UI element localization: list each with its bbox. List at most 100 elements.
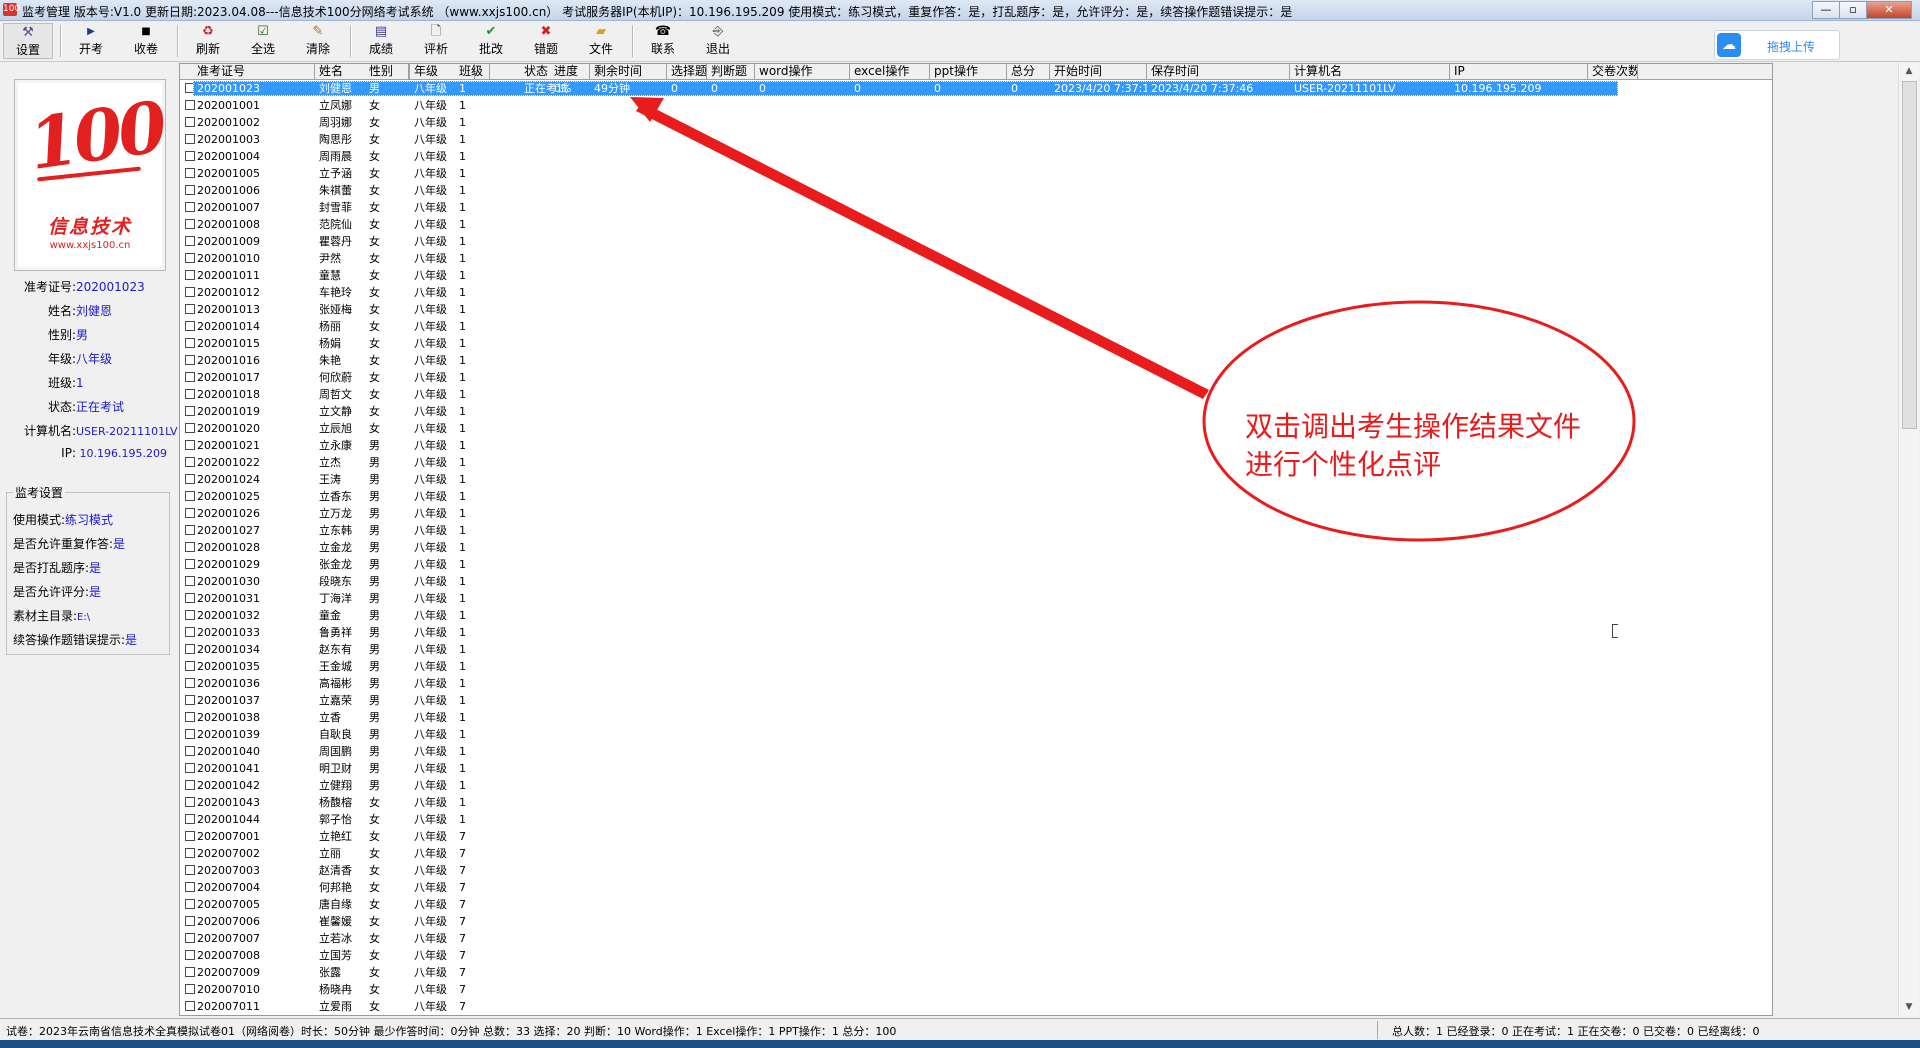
table-row[interactable]: 202007002 立丽女八年级 7 [180, 845, 1772, 862]
table-row[interactable]: 202007008 立国芳女八年级 7 [180, 947, 1772, 964]
start-exam-button[interactable]: ▶ 开考 [66, 23, 116, 59]
review-label: 评析 [423, 42, 448, 56]
cell-id-col: 202001011 [197, 269, 260, 282]
table-row[interactable]: 202007006 崔馨媛女八年级 7 [180, 913, 1772, 930]
table-row[interactable]: 202001002 周羽娜女八年级 1 [180, 114, 1772, 131]
scroll-down-icon[interactable]: ▼ [1899, 999, 1919, 1016]
gender-row: 性别:男 [0, 326, 176, 343]
scroll-up-icon[interactable]: ▲ [1899, 63, 1919, 80]
cell-class-col: 1 [459, 711, 466, 724]
refresh-button[interactable]: ♻ 刷新 [183, 23, 233, 59]
cell-gender-col: 女 [369, 371, 380, 384]
start-exam-label: 开考 [78, 42, 103, 56]
table-row[interactable]: 202001042 立健翔男八年级 1 [180, 777, 1772, 794]
table-row[interactable]: 202001037 立嘉荣男八年级 1 [180, 692, 1772, 709]
column-header-computer-col[interactable]: 计算机名 [1290, 64, 1450, 79]
cell-id-col: 202001024 [197, 473, 260, 486]
minimize-button[interactable]: — [1812, 1, 1840, 19]
settings-button[interactable]: ⚒ 设置 [3, 23, 53, 59]
column-header-judge-col[interactable]: 判断题 [707, 64, 755, 79]
vertical-scrollbar[interactable]: ▲ ▼ [1898, 63, 1919, 1016]
table-row[interactable]: 202001035 王金城男八年级 1 [180, 658, 1772, 675]
cell-class-col: 7 [459, 1000, 466, 1013]
column-header-remaining-col[interactable]: 剩余时间 [590, 64, 667, 79]
column-header-excel-col[interactable]: excel操作 [850, 64, 930, 79]
score-icon: ▤ [374, 24, 388, 39]
table-row[interactable]: 202001038 立香男八年级 1 [180, 709, 1772, 726]
table-row[interactable]: 202001031 丁海洋男八年级 1 [180, 590, 1772, 607]
table-row[interactable]: 202001034 赵东有男八年级 1 [180, 641, 1772, 658]
file-button[interactable]: ▰ 文件 [576, 23, 626, 59]
table-row[interactable]: 202001011 童慧女八年级 1 [180, 267, 1772, 284]
column-header-save-time-col[interactable]: 保存时间 [1147, 64, 1290, 79]
select-all-button[interactable]: ☑ 全选 [238, 23, 288, 59]
table-row[interactable]: 202001003 陶思彤女八年级 1 [180, 131, 1772, 148]
table-row[interactable]: 202001041 明卫财男八年级 1 [180, 760, 1772, 777]
table-row[interactable]: 202001040 周国鹏男八年级 1 [180, 743, 1772, 760]
restore-button[interactable]: ▫ [1839, 1, 1867, 19]
table-row[interactable]: 202007011 立爱雨女八年级 7 [180, 998, 1772, 1015]
column-header-progress-col[interactable]: 进度 [550, 64, 590, 79]
cell-class-col: 1 [459, 524, 466, 537]
table-row[interactable]: 202001030 段晓东男八年级 1 [180, 573, 1772, 590]
column-header-submit-count-col[interactable]: 交卷次数 [1588, 64, 1638, 79]
column-header-gender-col[interactable]: 性别 [365, 64, 410, 79]
table-row[interactable]: 202001009 瞿蓉丹女八年级 1 [180, 233, 1772, 250]
table-row[interactable]: 202001005 立予涵女八年级 1 [180, 165, 1772, 182]
column-header-word-col[interactable]: word操作 [755, 64, 850, 79]
table-row[interactable]: 202001004 周雨晨女八年级 1 [180, 148, 1772, 165]
phone-icon: ☎ [654, 24, 672, 39]
table-row[interactable]: 202001007 封雪菲女八年级 1 [180, 199, 1772, 216]
table-row[interactable]: 202007010 杨晓冉女八年级 7 [180, 981, 1772, 998]
cell-gender-col: 男 [369, 456, 380, 469]
table-row[interactable]: 202007009 张露女八年级 7 [180, 964, 1772, 981]
cell-gender-col: 男 [369, 558, 380, 571]
check-icon: ✔ [485, 24, 497, 39]
table-row[interactable]: 202007003 赵清香女八年级 7 [180, 862, 1772, 879]
cell-class-col: 7 [459, 847, 466, 860]
collect-button[interactable]: ■ 收卷 [121, 23, 171, 59]
wrong-questions-label: 错题 [533, 42, 558, 56]
table-row[interactable]: 202001001 立凤娜女八年级 1 [180, 97, 1772, 114]
column-header-class-col[interactable]: 班级 [455, 64, 490, 79]
scrollbar-thumb[interactable] [1902, 81, 1917, 429]
contact-button[interactable]: ☎ 联系 [638, 23, 688, 59]
column-header-ppt-col[interactable]: ppt操作 [930, 64, 1007, 79]
table-row[interactable]: 202001043 杨馥榕女八年级 1 [180, 794, 1772, 811]
column-header-ip-col[interactable]: IP [1450, 64, 1588, 79]
exit-button[interactable]: ⎆ 退出 [693, 23, 743, 59]
score-button[interactable]: ▤ 成绩 [356, 23, 406, 59]
table-row-selected[interactable]: 202001023 刘健恩男八年级 1 正在考试 0% 49分钟 0 0 0 0 0 0 2023/4/… [180, 80, 1772, 97]
repeat-value: 是 [113, 537, 126, 551]
table-row[interactable]: 202001010 尹然女八年级 1 [180, 250, 1772, 267]
table-row[interactable]: 202001032 童金男八年级 1 [180, 607, 1772, 624]
close-button[interactable]: ✕ [1866, 1, 1912, 19]
clear-button[interactable]: ✎ 清除 [293, 23, 343, 59]
table-row[interactable]: 202001036 高福彬男八年级 1 [180, 675, 1772, 692]
collect-label: 收卷 [133, 42, 158, 56]
table-row[interactable]: 202001006 朱祺蕾女八年级 1 [180, 182, 1772, 199]
review-button[interactable]: 🗋 评析 [411, 23, 461, 59]
column-header-choice-col[interactable]: 选择题 [667, 64, 707, 79]
repeat-label: 是否允许重复作答: [13, 537, 114, 551]
table-row[interactable]: 202001029 张金龙男八年级 1 [180, 556, 1772, 573]
cell-class-col: 1 [459, 150, 466, 163]
drag-upload-button[interactable]: ☁ 拖拽上传 [1714, 30, 1840, 60]
table-row[interactable]: 202007005 唐自缘女八年级 7 [180, 896, 1772, 913]
grade-button[interactable]: ✔ 批改 [466, 23, 516, 59]
wrong-questions-button[interactable]: ✖ 错题 [521, 23, 571, 59]
table-row[interactable]: 202001033 鲁勇祥男八年级 1 [180, 624, 1772, 641]
column-header-start-time-col[interactable]: 开始时间 [1050, 64, 1147, 79]
grade-row: 年级:八年级 [0, 350, 176, 367]
table-row[interactable]: 202001008 范院仙女八年级 1 [180, 216, 1772, 233]
cell-id-col: 202001042 [197, 779, 260, 792]
table-row[interactable]: 202001039 自耿良男八年级 1 [180, 726, 1772, 743]
scoring-row: 是否允许评分:是 [13, 583, 101, 600]
table-row[interactable]: 202007001 立艳红女八年级 7 [180, 828, 1772, 845]
cell-gender-col: 男 [369, 745, 380, 758]
table-row[interactable]: 202001044 郭子怡女八年级 1 [180, 811, 1772, 828]
table-row[interactable]: 202007007 立若冰女八年级 7 [180, 930, 1772, 947]
table-row[interactable]: 202007004 何邦艳女八年级 7 [180, 879, 1772, 896]
column-header-total-col[interactable]: 总分 [1007, 64, 1050, 79]
column-header-id-col[interactable]: 准考证号 [193, 64, 315, 79]
